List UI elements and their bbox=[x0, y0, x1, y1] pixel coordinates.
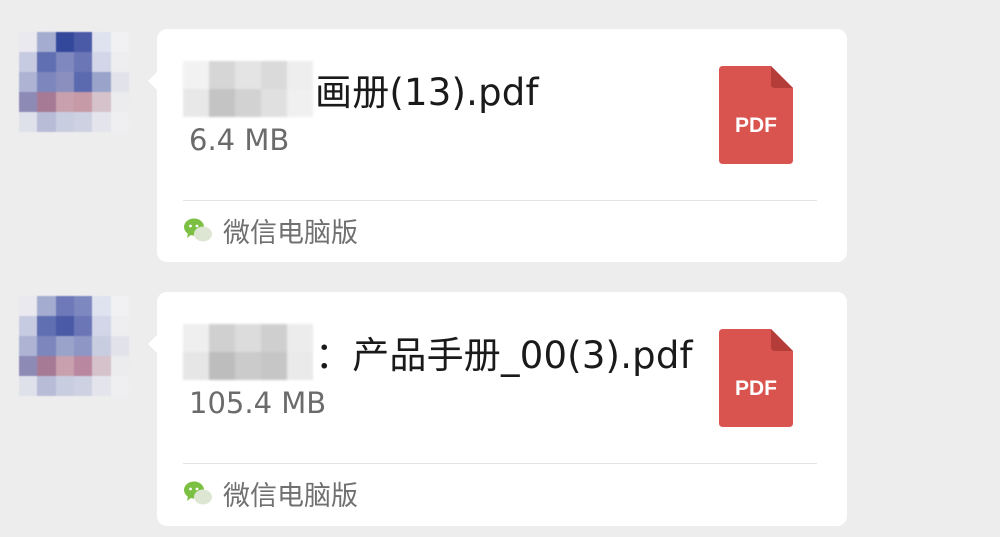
divider bbox=[183, 463, 817, 464]
source-row: 微信电脑版 bbox=[183, 475, 358, 512]
avatar[interactable] bbox=[19, 32, 129, 132]
avatar[interactable] bbox=[19, 296, 129, 396]
divider bbox=[183, 200, 817, 201]
file-size: 6.4 MB bbox=[189, 123, 290, 157]
file-size: 105.4 MB bbox=[189, 386, 327, 420]
pdf-file-icon: PDF bbox=[719, 66, 793, 164]
source-row: 微信电脑版 bbox=[183, 212, 358, 249]
file-type-badge: PDF bbox=[735, 377, 777, 400]
source-label: 微信电脑版 bbox=[223, 480, 358, 512]
file-name: 画册(13).pdf bbox=[315, 71, 539, 114]
redacted-text bbox=[183, 61, 313, 117]
bubble-tail bbox=[148, 334, 158, 354]
wechat-icon bbox=[183, 217, 213, 243]
chat-window: 画册(13).pdf 6.4 MB PDF 微信电脑版 ： 产品手册_00(3)… bbox=[0, 0, 1000, 537]
file-card[interactable]: ： 产品手册_00(3).pdf 105.4 MB PDF 微信电脑版 bbox=[148, 292, 847, 526]
redacted-text bbox=[183, 324, 313, 380]
file-name-row: 画册(13).pdf bbox=[183, 61, 539, 117]
file-name: 产品手册_00(3).pdf bbox=[352, 334, 693, 377]
file-name-prefix: ： bbox=[315, 334, 353, 377]
source-label: 微信电脑版 bbox=[223, 217, 358, 249]
wechat-icon bbox=[183, 480, 213, 506]
file-name-row: ： 产品手册_00(3).pdf bbox=[183, 324, 693, 380]
bubble-tail bbox=[148, 71, 158, 91]
file-card[interactable]: 画册(13).pdf 6.4 MB PDF 微信电脑版 bbox=[148, 29, 847, 262]
pdf-file-icon: PDF bbox=[719, 329, 793, 427]
file-type-badge: PDF bbox=[735, 114, 777, 137]
